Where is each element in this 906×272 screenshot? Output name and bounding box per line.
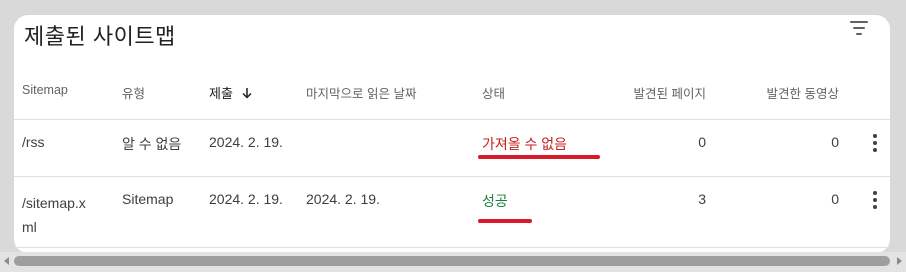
horizontal-scrollbar[interactable]	[0, 252, 906, 272]
header-last-read[interactable]: 마지막으로 읽은 날짜	[306, 83, 416, 102]
cell-submitted: 2024. 2. 19.	[209, 191, 283, 207]
row-divider	[14, 247, 890, 248]
header-divider	[14, 119, 890, 120]
cell-sitemap-line1: /sitemap.x	[22, 195, 86, 211]
cell-sitemap-line2: ml	[22, 219, 37, 235]
scroll-right-icon[interactable]	[897, 257, 902, 265]
status-badge: 성공	[482, 193, 508, 209]
header-sitemap[interactable]: Sitemap	[22, 83, 68, 97]
card-title: 제출된 사이트맵	[24, 24, 176, 49]
header-submitted-label: 제출	[209, 86, 233, 101]
cell-type: 알 수 없음	[122, 136, 182, 152]
filter-button[interactable]	[846, 17, 872, 39]
cell-submitted: 2024. 2. 19.	[209, 134, 283, 150]
cell-type: Sitemap	[122, 191, 174, 207]
more-vert-icon[interactable]	[869, 190, 881, 210]
cell-videos-found: 0	[831, 134, 839, 150]
cell-sitemap: /sitemap.x ml	[22, 191, 86, 239]
header-type[interactable]: 유형	[122, 83, 145, 102]
highlight-underline	[478, 219, 532, 223]
status-badge: 가져올 수 없음	[482, 136, 568, 152]
header-videos-found[interactable]: 발견한 동영상	[739, 83, 839, 102]
cell-pages-found: 3	[698, 191, 706, 207]
highlight-underline	[478, 155, 600, 159]
sitemaps-card: 제출된 사이트맵 Sitemap 유형 제출 마지막으로 읽은 날짜 상태 발견…	[14, 15, 890, 253]
arrow-down-icon	[241, 87, 253, 102]
header-status[interactable]: 상태	[482, 83, 505, 102]
cell-videos-found: 0	[831, 191, 839, 207]
cell-last-read: 2024. 2. 19.	[306, 191, 380, 207]
more-vert-icon[interactable]	[869, 133, 881, 153]
scroll-left-icon[interactable]	[4, 257, 9, 265]
cell-pages-found: 0	[698, 134, 706, 150]
header-pages-found[interactable]: 발견된 페이지	[606, 83, 706, 102]
cell-sitemap: /rss	[22, 134, 45, 150]
scrollbar-thumb[interactable]	[14, 256, 890, 266]
row-divider	[14, 176, 890, 177]
header-submitted[interactable]: 제출	[209, 83, 253, 102]
